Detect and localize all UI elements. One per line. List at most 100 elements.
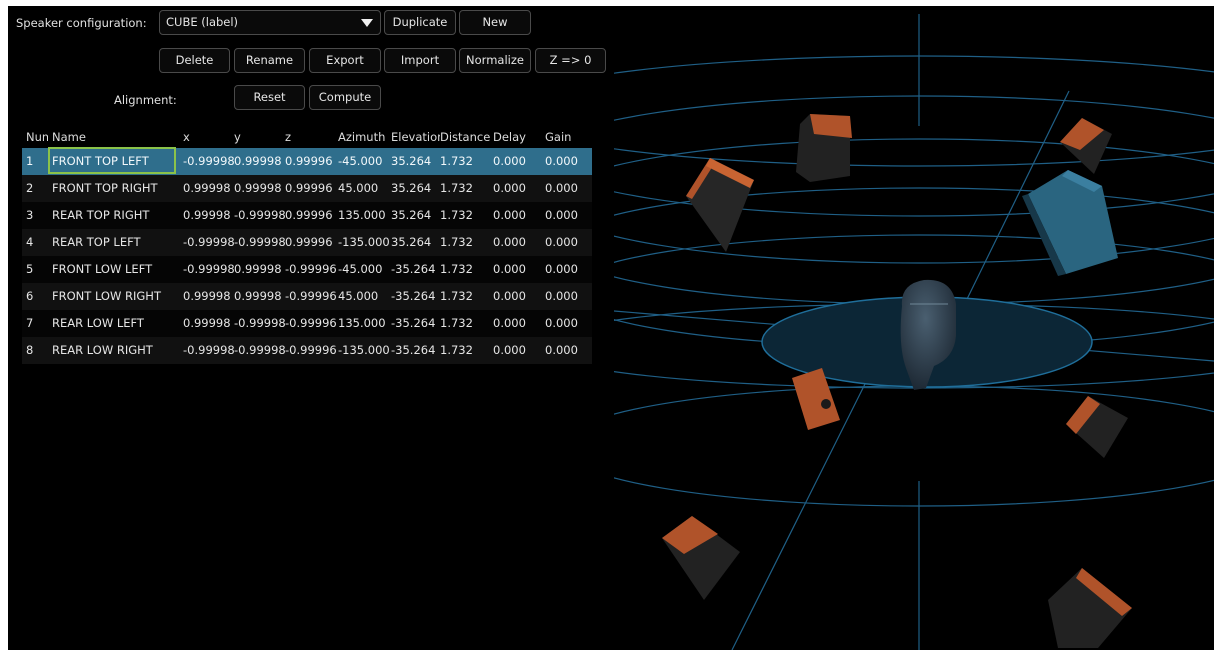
- cell-x: -0.99998: [183, 235, 234, 249]
- column-header-x[interactable]: x: [183, 126, 234, 148]
- column-header-delay[interactable]: Delay: [493, 126, 543, 148]
- cell-name[interactable]: FRONT LOW RIGHT: [52, 283, 180, 310]
- name-edit-field[interactable]: [48, 147, 176, 174]
- cell-name[interactable]: REAR LOW LEFT: [52, 310, 180, 337]
- alignment-label: Alignment:: [114, 93, 177, 107]
- column-header-z[interactable]: z: [285, 126, 337, 148]
- cell-z: -0.99996: [285, 262, 337, 276]
- cell-num: 3: [26, 208, 34, 222]
- column-header-gain[interactable]: Gain: [545, 126, 590, 148]
- speaker-config-dropdown[interactable]: CUBE (label): [159, 10, 381, 35]
- cell-z: -0.99996: [285, 289, 337, 303]
- import-button[interactable]: Import: [384, 48, 456, 73]
- table-row[interactable]: 6 FRONT LOW RIGHT 0.99998 0.99998 -0.99996 45…: [22, 283, 592, 310]
- cell-distance: 1.732: [440, 235, 473, 249]
- cell-distance: 1.732: [440, 181, 473, 195]
- cell-num: 5: [26, 262, 34, 276]
- export-button[interactable]: Export: [309, 48, 381, 73]
- cell-gain: 0.000: [545, 235, 578, 249]
- compute-button[interactable]: Compute: [309, 85, 381, 110]
- table-header: Num Name x y z Azimuth Elevation Distance Delay G…: [22, 126, 592, 148]
- cell-gain: 0.000: [545, 181, 578, 195]
- cell-distance: 1.732: [440, 289, 473, 303]
- dropdown-arrow-icon[interactable]: [361, 19, 373, 27]
- table-row[interactable]: 4 REAR TOP LEFT -0.99998 -0.99998 0.99996 -13…: [22, 229, 592, 256]
- cell-gain: 0.000: [545, 316, 578, 330]
- column-header-azimuth[interactable]: Azimuth: [338, 126, 390, 148]
- table-row[interactable]: 1 FRONT TOP LEFT -0.99998 0.99998 0.99996 -45…: [22, 147, 592, 175]
- table-row[interactable]: 5 FRONT LOW LEFT -0.99998 0.99998 -0.99996 -4…: [22, 256, 592, 283]
- cell-azimuth: -135.000: [338, 343, 390, 357]
- cell-delay: 0.000: [493, 181, 526, 195]
- cell-distance: 1.732: [440, 154, 473, 168]
- cell-elevation: 35.264: [391, 154, 432, 168]
- cell-y: -0.99998: [234, 235, 285, 249]
- cell-delay: 0.000: [493, 235, 526, 249]
- table-row[interactable]: 3 REAR TOP RIGHT 0.99998 -0.99998 0.99996 135…: [22, 202, 592, 229]
- cell-x: 0.99998: [183, 181, 231, 195]
- cell-z: -0.99996: [285, 316, 337, 330]
- cell-gain: 0.000: [545, 289, 578, 303]
- cell-z: 0.99996: [285, 208, 333, 222]
- cell-x: 0.99998: [183, 289, 231, 303]
- table-row[interactable]: 2 FRONT TOP RIGHT 0.99998 0.99998 0.99996 45.…: [22, 175, 592, 202]
- column-header-elevation[interactable]: Elevation: [391, 126, 440, 148]
- cell-elevation: 35.264: [391, 235, 432, 249]
- cell-x: -0.99998: [183, 262, 234, 276]
- cell-delay: 0.000: [493, 343, 526, 357]
- speaker-rear-top-left-icon[interactable]: [796, 114, 852, 182]
- cell-distance: 1.732: [440, 262, 473, 276]
- z-zero-button[interactable]: Z => 0: [535, 48, 606, 73]
- speaker-3d-view[interactable]: [614, 6, 1214, 650]
- cell-gain: 0.000: [545, 208, 578, 222]
- normalize-button[interactable]: Normalize: [459, 48, 531, 73]
- column-header-name[interactable]: Name: [52, 126, 180, 148]
- cell-name[interactable]: REAR TOP RIGHT: [52, 202, 180, 229]
- column-header-num[interactable]: Num: [26, 126, 48, 148]
- cell-delay: 0.000: [493, 262, 526, 276]
- table-row[interactable]: 7 REAR LOW LEFT 0.99998 -0.99998 -0.99996 135…: [22, 310, 592, 337]
- cell-azimuth: -45.000: [338, 154, 383, 168]
- new-button[interactable]: New: [459, 10, 531, 35]
- reset-button[interactable]: Reset: [234, 85, 305, 110]
- cell-name[interactable]: FRONT TOP RIGHT: [52, 175, 180, 202]
- cell-azimuth: 135.000: [338, 208, 386, 222]
- table-row[interactable]: 8 REAR LOW RIGHT -0.99998 -0.99998 -0.99996-…: [22, 337, 592, 364]
- speaker-front-top-left-icon[interactable]: [686, 158, 754, 252]
- cell-x: 0.99998: [183, 208, 231, 222]
- cell-num: 6: [26, 289, 34, 303]
- cell-num: 2: [26, 181, 34, 195]
- cell-name[interactable]: REAR TOP LEFT: [52, 229, 180, 256]
- speaker-rear-low-right-icon[interactable]: [1066, 396, 1128, 458]
- cell-z: 0.99996: [285, 181, 333, 195]
- cell-z: 0.99996: [285, 154, 333, 168]
- delete-button[interactable]: Delete: [159, 48, 230, 73]
- cell-elevation: -35.264: [391, 262, 436, 276]
- cell-num: 7: [26, 316, 34, 330]
- cell-y: 0.99998: [234, 181, 282, 195]
- speaker-front-low-left-icon[interactable]: [662, 516, 740, 600]
- cell-num: 1: [26, 154, 34, 168]
- column-header-distance[interactable]: Distance: [440, 126, 492, 148]
- cell-x: -0.99998: [183, 154, 234, 168]
- cell-azimuth: 45.000: [338, 289, 379, 303]
- cell-distance: 1.732: [440, 316, 473, 330]
- cell-y: 0.99998: [234, 262, 282, 276]
- cell-elevation: 35.264: [391, 208, 432, 222]
- cell-y: -0.99998: [234, 208, 285, 222]
- speaker-front-low-right-icon[interactable]: [1048, 568, 1132, 648]
- cell-x: 0.99998: [183, 316, 231, 330]
- rename-button[interactable]: Rename: [234, 48, 305, 73]
- cell-azimuth: -45.000: [338, 262, 383, 276]
- speaker-config-label: Speaker configuration:: [16, 16, 147, 30]
- speaker-rear-top-right-icon[interactable]: [1060, 118, 1112, 174]
- cell-distance: 1.732: [440, 343, 473, 357]
- cell-elevation: -35.264: [391, 343, 436, 357]
- cell-y: 0.99998: [234, 289, 282, 303]
- cell-name[interactable]: REAR LOW RIGHT: [52, 337, 180, 364]
- column-header-y[interactable]: y: [234, 126, 285, 148]
- cell-name[interactable]: FRONT LOW LEFT: [52, 256, 180, 283]
- duplicate-button[interactable]: Duplicate: [384, 10, 456, 35]
- cell-y: -0.99998: [234, 316, 285, 330]
- cell-delay: 0.000: [493, 208, 526, 222]
